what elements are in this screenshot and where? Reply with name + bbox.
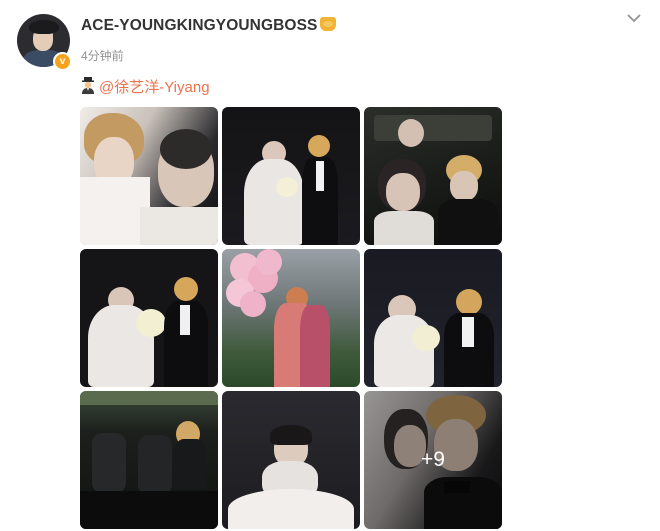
photo-1[interactable] <box>80 107 218 245</box>
more-photos-count[interactable]: +9 <box>364 391 502 529</box>
timestamp[interactable]: 4分钟前 <box>81 47 124 64</box>
post-text: @徐艺洋-Yiyang <box>80 76 210 97</box>
groom-emoji-icon <box>82 77 94 94</box>
photo-6[interactable] <box>364 249 502 387</box>
photo-4[interactable] <box>80 249 218 387</box>
photo-2[interactable] <box>222 107 360 245</box>
photo-3[interactable] <box>364 107 502 245</box>
photo-8[interactable] <box>222 391 360 529</box>
username[interactable]: ACE-YOUNGKINGYOUNGBOSS <box>81 17 317 34</box>
crown-icon <box>320 17 337 31</box>
username-row[interactable]: ACE-YOUNGKINGYOUNGBOSS <box>81 17 337 35</box>
photo-5[interactable] <box>222 249 360 387</box>
chevron-down-icon[interactable] <box>625 9 643 27</box>
photo-9[interactable]: +9 <box>364 391 502 529</box>
photo-7[interactable] <box>80 391 218 529</box>
verified-badge-icon: v <box>53 52 72 71</box>
photo-grid: +9 <box>80 107 502 529</box>
mention-link[interactable]: @徐艺洋-Yiyang <box>99 79 210 96</box>
